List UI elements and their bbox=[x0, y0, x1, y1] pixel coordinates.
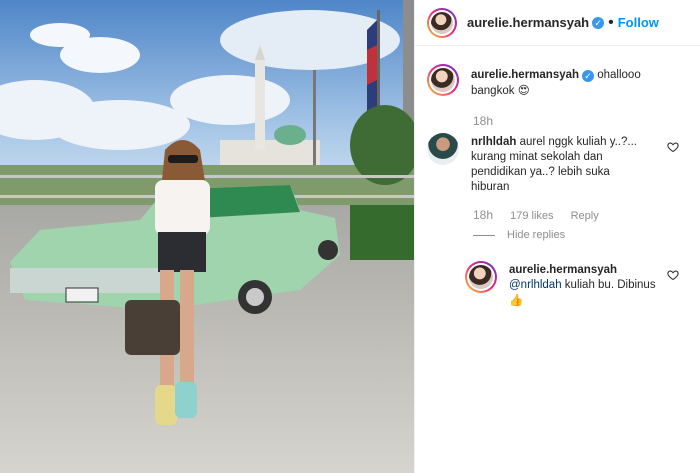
comment-likes[interactable]: 179 likes bbox=[510, 210, 553, 222]
reply-text: kuliah bu. Dibinus bbox=[564, 279, 656, 291]
photo-illustration bbox=[0, 0, 414, 473]
reply-item: aurelie.hermansyah @nrlhldah kuliah bu. … bbox=[465, 261, 659, 309]
verified-badge-icon: ✓ bbox=[592, 16, 605, 29]
separator-dot: • bbox=[608, 13, 614, 31]
caption-text-block: aurelie.hermansyah ✓ ohallooo bangkok 😍 bbox=[471, 68, 671, 99]
verified-badge-icon: ✓ bbox=[582, 70, 595, 82]
caption-time[interactable]: 18h bbox=[473, 114, 493, 128]
caption-meta: 18h bbox=[473, 114, 507, 128]
comment-meta: 18h 179 likes Reply bbox=[473, 208, 599, 222]
reply-emoji: 👍 bbox=[509, 293, 524, 307]
heart-outline-icon[interactable] bbox=[667, 141, 679, 153]
reply-username[interactable]: aurelie.hermansyah bbox=[509, 264, 617, 276]
caption: aurelie.hermansyah ✓ ohallooo bangkok 😍 bbox=[427, 64, 671, 99]
post-header: aurelie.hermansyah ✓ • Follow bbox=[415, 0, 700, 46]
hide-replies-button[interactable]: Hide replies bbox=[473, 229, 565, 241]
author-username[interactable]: aurelie.hermansyah bbox=[467, 15, 589, 30]
comment-text-block: nrlhldah aurel nggk kuliah y..?... kuran… bbox=[471, 135, 651, 195]
caption-username[interactable]: aurelie.hermansyah bbox=[471, 69, 579, 81]
comment-item: nrlhldah aurel nggk kuliah y..?... kuran… bbox=[427, 133, 651, 195]
follow-button[interactable]: Follow bbox=[618, 15, 659, 30]
comment-time[interactable]: 18h bbox=[473, 208, 493, 222]
caption-avatar[interactable] bbox=[427, 64, 459, 96]
hide-replies-label: Hide replies bbox=[507, 229, 566, 241]
commenter-username[interactable]: nrlhldah bbox=[471, 136, 516, 148]
post-side-panel: aurelie.hermansyah ✓ • Follow aurelie.he… bbox=[414, 0, 700, 473]
reply-mention[interactable]: @nrlhldah bbox=[509, 279, 562, 291]
author-avatar[interactable] bbox=[427, 7, 457, 38]
hide-replies-line bbox=[473, 234, 495, 236]
heart-outline-icon[interactable] bbox=[667, 269, 679, 281]
reply-button[interactable]: Reply bbox=[571, 210, 599, 222]
reply-avatar[interactable] bbox=[465, 261, 497, 293]
caption-emoji: 😍 bbox=[517, 83, 530, 97]
reply-text-block: aurelie.hermansyah @nrlhldah kuliah bu. … bbox=[509, 263, 659, 309]
commenter-avatar[interactable] bbox=[427, 133, 459, 165]
post-photo[interactable] bbox=[0, 0, 414, 473]
